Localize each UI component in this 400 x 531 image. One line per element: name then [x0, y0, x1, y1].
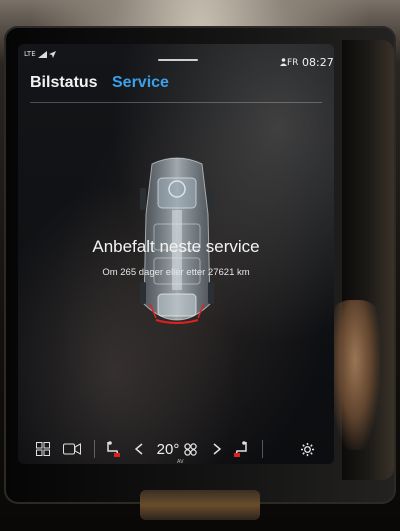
pull-down-handle[interactable] [158, 59, 198, 61]
tab-service[interactable]: Service [112, 74, 169, 92]
network-label: LTE [24, 50, 36, 58]
console-trim [140, 490, 260, 520]
region-indicator: FR [280, 58, 298, 68]
infotainment-screen: LTE FR 08:27 Bilstatus Service Anbefalt … [18, 44, 334, 464]
bar-divider [94, 440, 95, 458]
status-bar: LTE FR 08:27 [18, 44, 334, 70]
region-label: FR [287, 58, 299, 68]
temperature-readout[interactable]: 20° [152, 438, 184, 460]
temp-down-chevron-icon[interactable] [132, 438, 146, 460]
clock: 08:27 [302, 56, 334, 69]
camera-icon[interactable] [60, 438, 84, 460]
climate-bar: 20° AV [18, 434, 334, 464]
fan-status-label: AV [177, 459, 184, 464]
service-detail: Om 265 dager eller etter 27621 km [102, 267, 250, 278]
seat-heat-right-icon[interactable] [230, 438, 252, 460]
tab-divider [30, 102, 322, 103]
bar-divider [262, 440, 263, 458]
settings-icon[interactable] [296, 438, 318, 460]
temp-up-chevron-icon[interactable] [210, 438, 224, 460]
location-arrow-icon [49, 50, 57, 58]
home-grid-icon[interactable] [32, 438, 54, 460]
tab-bilstatus[interactable]: Bilstatus [30, 74, 98, 92]
service-headline: Anbefalt neste service [92, 237, 260, 256]
seat-heat-left-icon[interactable] [102, 438, 124, 460]
user-profile-icon [280, 58, 287, 66]
hand-reflection [330, 300, 380, 450]
signal-icon [37, 50, 47, 58]
network-indicator: LTE [24, 50, 57, 58]
fan-icon[interactable] [182, 438, 198, 460]
